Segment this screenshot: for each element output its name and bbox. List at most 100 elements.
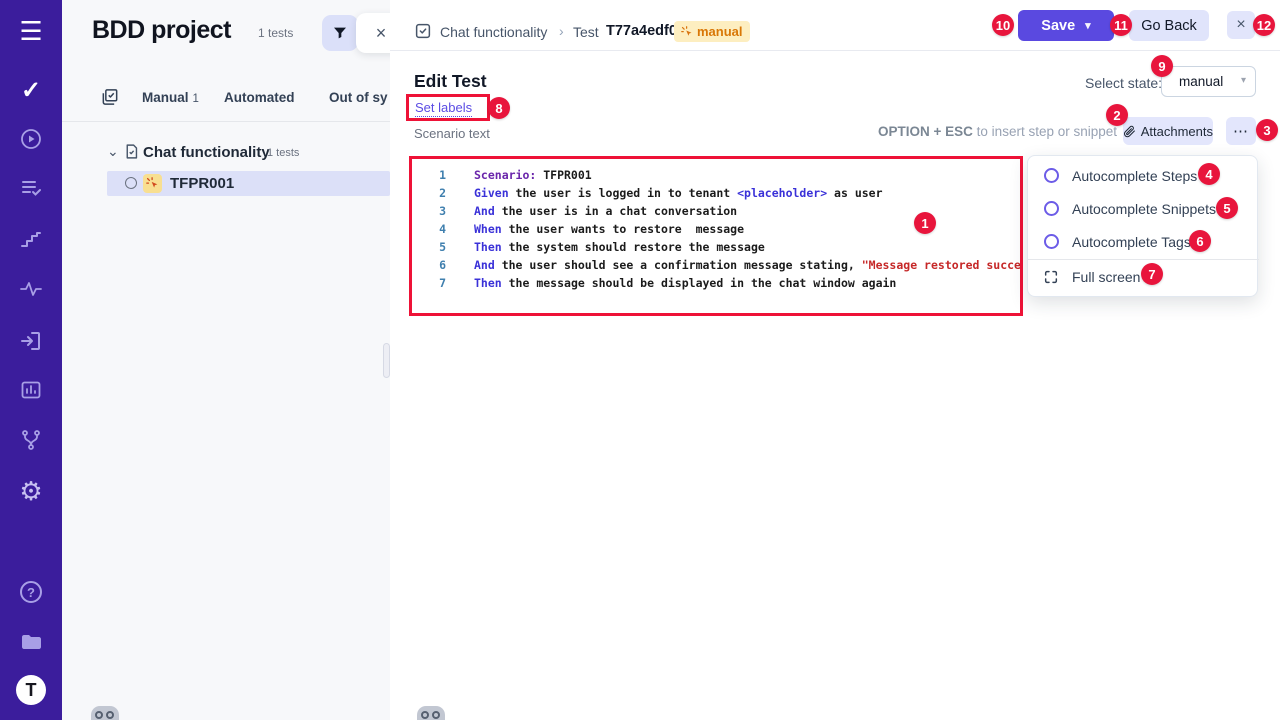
breadcrumb-test-id[interactable]: T77a4edf0 <box>606 23 677 39</box>
annotation-badge-4: 4 <box>1198 163 1220 185</box>
gherkin-keyword: And <box>474 204 495 218</box>
menu-item-label: Full screen <box>1072 269 1140 285</box>
filter-close-icon[interactable]: × <box>376 23 387 44</box>
filter-button[interactable] <box>322 15 358 51</box>
test-status-circle[interactable] <box>125 177 137 189</box>
editor-line[interactable]: 7 Then the message should be displayed in… <box>412 274 1020 292</box>
settings-icon[interactable]: ⚙ <box>0 478 62 504</box>
select-caret-icon: ▾ <box>1241 75 1246 86</box>
code-text: the user is logged in to tenant <box>509 186 737 200</box>
save-dropdown-caret-icon[interactable]: ▾ <box>1085 19 1091 32</box>
radio-icon[interactable] <box>1044 168 1059 183</box>
save-label: Save <box>1041 18 1075 34</box>
breadcrumb-test-prefix: Test <box>573 24 599 40</box>
annotation-badge-9: 9 <box>1151 55 1173 77</box>
suite-test-count: 1 tests <box>267 147 299 159</box>
line-number: 5 <box>412 238 446 256</box>
tests-icon[interactable]: ✓ <box>0 77 62 103</box>
menu-icon[interactable]: ☰ <box>0 18 62 44</box>
breadcrumb-separator: › <box>559 23 564 39</box>
test-id-label[interactable]: TFPR001 <box>170 175 234 192</box>
panel-footer-widget[interactable] <box>91 706 119 720</box>
attachments-button[interactable]: Attachments <box>1123 117 1213 145</box>
editor-more-button[interactable]: ⋯ <box>1226 117 1256 145</box>
editor-line[interactable]: 5Then the system should restore the mess… <box>412 238 1020 256</box>
code-text: TFPR001 <box>536 168 591 182</box>
panel-resize-handle[interactable] <box>383 343 390 378</box>
pulse-icon[interactable] <box>0 276 62 302</box>
annotation-badge-8: 8 <box>488 97 510 119</box>
main-content: Chat functionality › Test T77a4edf0 manu… <box>390 0 1280 720</box>
go-back-button[interactable]: Go Back <box>1129 10 1209 41</box>
page-title: Edit Test <box>414 71 487 92</box>
plans-icon[interactable] <box>0 175 62 201</box>
annotation-badge-1: 1 <box>914 212 936 234</box>
manual-badge-label: manual <box>697 24 743 39</box>
analytics-icon[interactable] <box>0 377 62 403</box>
scenario-text-label: Scenario text <box>414 126 490 141</box>
editor-line[interactable]: 6And the user should see a confirmation … <box>412 256 1020 274</box>
code-text: the user wants to restore message <box>502 222 744 236</box>
save-button[interactable]: Save ▾ <box>1018 10 1114 41</box>
code-string: "Message restored succe <box>862 258 1020 272</box>
app-window: ☰ ✓ ⚙ ? T <box>0 0 1280 720</box>
gherkin-keyword: Then <box>474 240 502 254</box>
tab-out-of-sync[interactable]: Out of sy <box>329 90 388 105</box>
chevron-down-icon[interactable]: ⌄ <box>107 143 119 160</box>
annotation-badge-5: 5 <box>1216 197 1238 219</box>
menu-item-label: Autocomplete Tags <box>1072 234 1191 250</box>
test-row-selected[interactable]: TFPR001 <box>107 171 390 196</box>
docs-icon[interactable] <box>0 628 62 654</box>
code-text: the message should be displayed in the c… <box>502 276 897 290</box>
state-select-value: manual <box>1179 74 1223 89</box>
scenario-editor[interactable]: 1 Scenario: TFPR001 2 Given the user is lo… <box>412 159 1020 313</box>
hint-shortcut: OPTION + ESC <box>878 124 973 139</box>
radio-icon[interactable] <box>1044 201 1059 216</box>
breadcrumb-suite[interactable]: Chat functionality <box>440 24 547 40</box>
line-number: 7 <box>412 274 446 292</box>
menu-item-autocomplete-steps[interactable]: Autocomplete Steps <box>1028 160 1259 193</box>
radio-icon[interactable] <box>1044 234 1059 249</box>
close-editor-button[interactable]: × <box>1227 11 1255 39</box>
line-number: 4 <box>412 220 446 238</box>
help-icon[interactable]: ? <box>0 579 62 605</box>
gherkin-keyword: Given <box>474 186 509 200</box>
test-topbar: Chat functionality › Test T77a4edf0 manu… <box>390 0 1280 51</box>
suite-name[interactable]: Chat functionality <box>143 144 270 161</box>
line-number: 3 <box>412 202 446 220</box>
menu-item-autocomplete-tags[interactable]: Autocomplete Tags <box>1028 226 1259 259</box>
keyboard-hint: OPTION + ESC to insert step or snippet <box>878 124 1117 139</box>
branches-icon[interactable] <box>0 427 62 453</box>
app-logo[interactable]: T <box>0 677 62 703</box>
tab-manual[interactable]: Manual1 <box>142 90 199 105</box>
state-select[interactable]: manual ▾ <box>1161 66 1256 97</box>
runs-icon[interactable] <box>0 126 62 152</box>
line-number: 6 <box>412 256 446 274</box>
editor-line[interactable]: 1 Scenario: TFPR001 <box>412 166 1020 184</box>
hint-rest: to insert step or snippet <box>973 124 1117 139</box>
import-icon[interactable] <box>0 328 62 354</box>
editor-line[interactable]: 2Given the user is logged in to tenant <… <box>412 184 1020 202</box>
set-labels-link[interactable]: Set labels <box>415 100 472 117</box>
line-number: 1 <box>412 166 446 184</box>
tab-manual-label: Manual <box>142 90 189 105</box>
select-state-label: Select state: <box>1085 75 1162 91</box>
select-all-icon[interactable] <box>100 87 120 112</box>
main-footer-widget[interactable] <box>417 706 445 720</box>
code-text: the user is in a chat conversation <box>495 204 737 218</box>
attachments-label: Attachments <box>1141 124 1213 139</box>
project-panel: BDD project 1 tests × Manual1 Automated … <box>62 0 390 720</box>
annotation-badge-12: 12 <box>1253 14 1275 36</box>
test-tabs: Manual1 Automated Out of sy <box>62 84 390 122</box>
manual-badge-icon <box>681 26 693 38</box>
suite-row[interactable]: ⌄ Chat functionality 1 tests <box>62 142 390 166</box>
manual-test-icon <box>143 174 162 193</box>
code-text: as user <box>827 186 882 200</box>
gherkin-keyword: And <box>474 258 495 272</box>
steps-icon[interactable] <box>0 227 62 253</box>
gherkin-keyword: Scenario: <box>474 168 536 182</box>
annotation-badge-6: 6 <box>1189 230 1211 252</box>
tab-automated[interactable]: Automated <box>224 90 295 105</box>
line-number: 2 <box>412 184 446 202</box>
gherkin-keyword: Then <box>474 276 502 290</box>
